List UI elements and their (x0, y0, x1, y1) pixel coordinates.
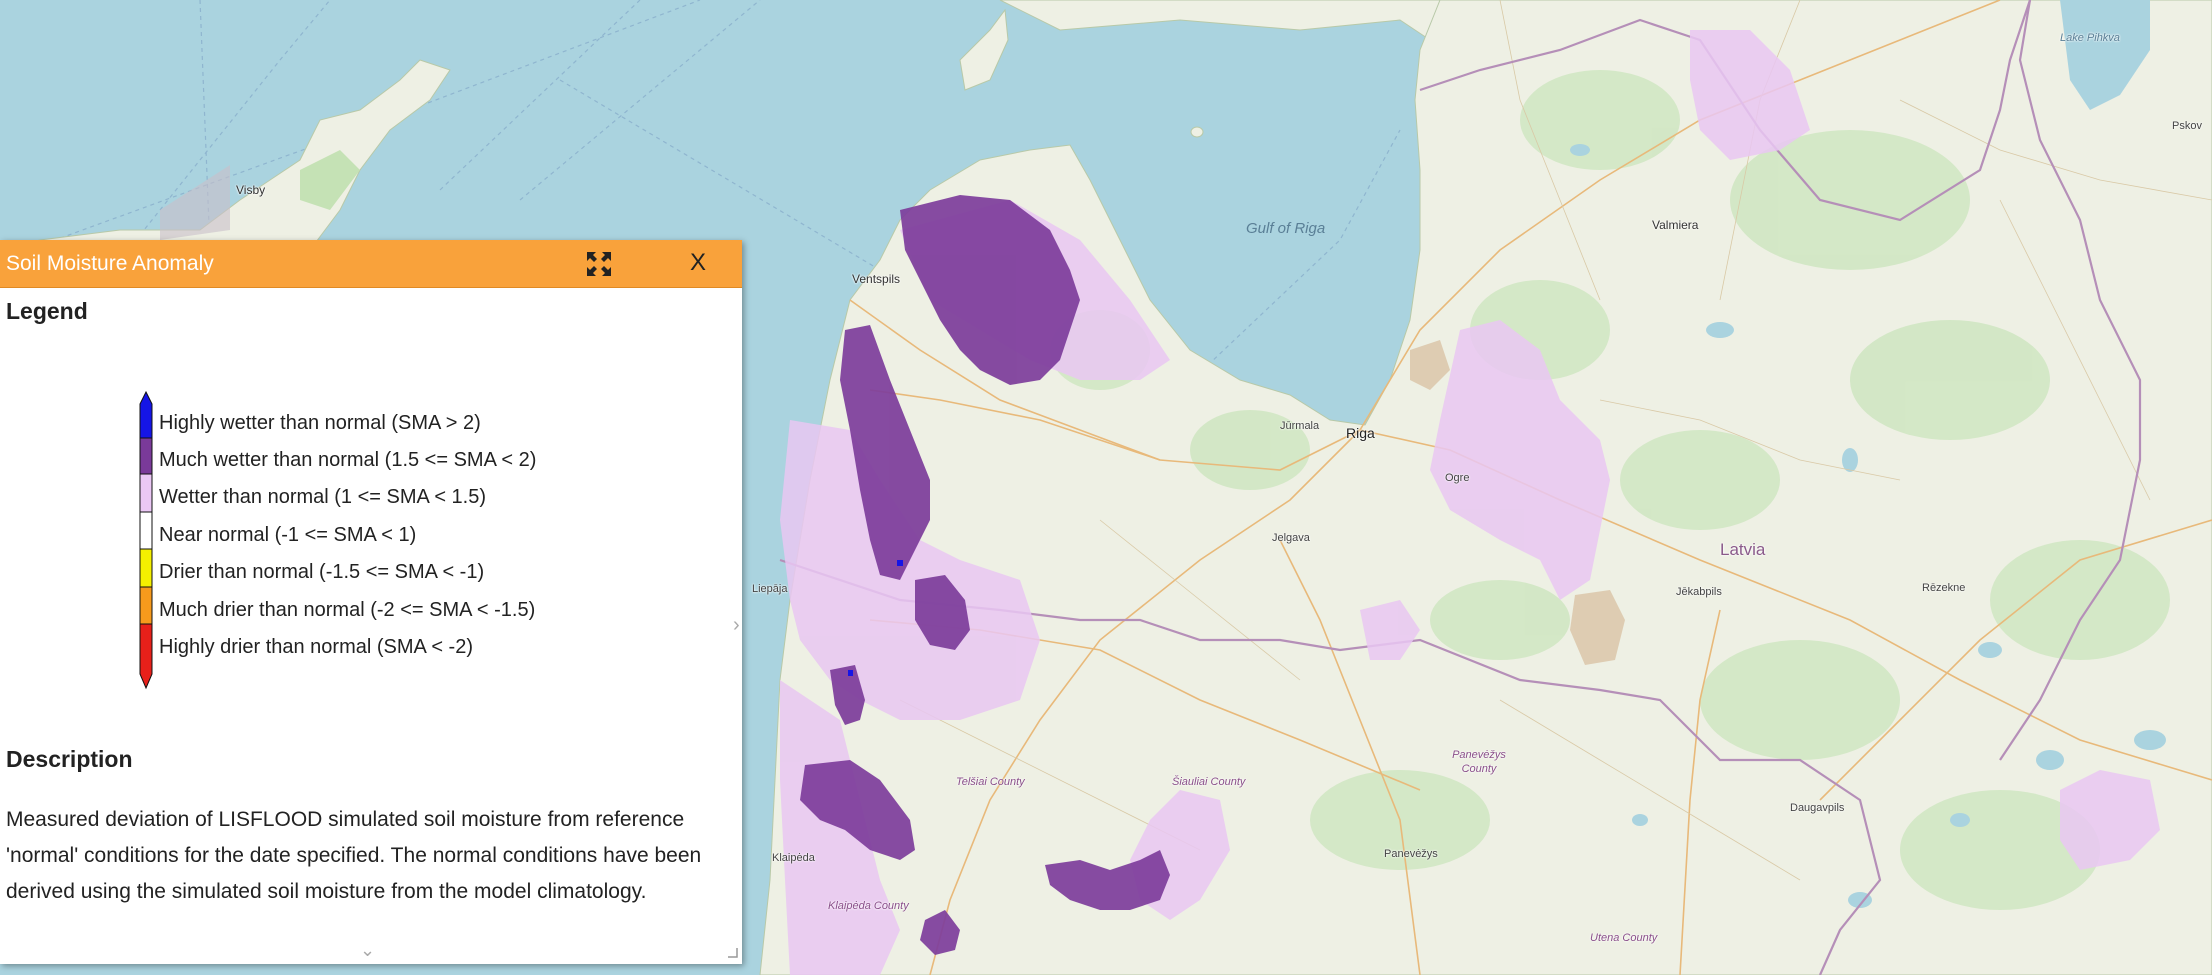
place-label: Daugavpils (1790, 802, 1845, 814)
colorbar-swatch-highly-wetter (139, 390, 153, 439)
legend-item-label: Drier than normal (-1.5 <= SMA < -1) (159, 561, 485, 583)
sea-label: Gulf of Riga (1246, 220, 1326, 237)
panel-title: Soil Moisture Anomaly (6, 252, 214, 275)
colorbar-swatch-near-normal (139, 511, 153, 550)
legend-item-label: Highly wetter than normal (SMA > 2) (159, 412, 481, 434)
place-label: Pskov (2172, 120, 2202, 132)
close-button[interactable]: X (686, 248, 710, 278)
legend-colorbar (139, 390, 153, 690)
place-label: Jēkabpils (1676, 586, 1722, 598)
description-text: Measured deviation of LISFLOOD simulated… (6, 808, 702, 903)
place-label: Rēzekne (1922, 582, 1966, 594)
colorbar-swatch-highly-drier (139, 623, 153, 690)
region-label: Panevėžys County (1452, 749, 1506, 775)
place-label: Klaipėda (772, 852, 815, 864)
colorbar-swatch-much-wetter (139, 437, 153, 475)
legend-item-label: Highly drier than normal (SMA < -2) (159, 636, 474, 658)
legend-item-label: Much drier than normal (-2 <= SMA < -1.5… (159, 599, 536, 621)
place-label: Valmiera (1652, 218, 1699, 232)
place-label: Ventspils (852, 272, 901, 286)
place-label: Visby (236, 183, 266, 197)
legend-item-label: Near normal (-1 <= SMA < 1) (159, 524, 417, 546)
description-heading: Description (6, 746, 133, 772)
place-label: Ogre (1445, 472, 1470, 484)
country-label: Latvia (1720, 540, 1766, 559)
region-label: Telšiai County (956, 776, 1025, 788)
legend-item-label: Much wetter than normal (1.5 <= SMA < 2) (159, 449, 537, 471)
legend-item-label: Wetter than normal (1 <= SMA < 1.5) (159, 486, 487, 508)
place-label: Liepāja (752, 583, 788, 595)
place-label: Riga (1346, 425, 1375, 441)
place-label: Jūrmala (1280, 420, 1320, 432)
legend-panel[interactable]: Soil Moisture Anomaly X Legend Highly we… (0, 240, 742, 964)
ruhnu-island (1190, 126, 1204, 138)
chevron-right-icon[interactable]: › (733, 614, 740, 637)
region-label: Klaipėda County (828, 900, 909, 912)
lake-label: Lake Pihkva (2060, 32, 2120, 44)
colorbar-swatch-wetter (139, 473, 153, 513)
colorbar-swatch-drier (139, 548, 153, 588)
panel-header[interactable]: Soil Moisture Anomaly X (0, 240, 742, 288)
colorbar-swatch-much-drier (139, 586, 153, 625)
expand-arrows-icon[interactable] (586, 251, 612, 277)
resize-handle-icon[interactable] (726, 946, 738, 958)
place-label: Panevėžys (1384, 848, 1438, 860)
region-label: Utena County (1590, 932, 1658, 944)
legend-heading: Legend (6, 298, 88, 324)
chevron-down-icon[interactable]: ⌄ (360, 940, 375, 961)
region-label: Šiauliai County (1172, 776, 1246, 788)
place-label: Jelgava (1272, 532, 1310, 544)
